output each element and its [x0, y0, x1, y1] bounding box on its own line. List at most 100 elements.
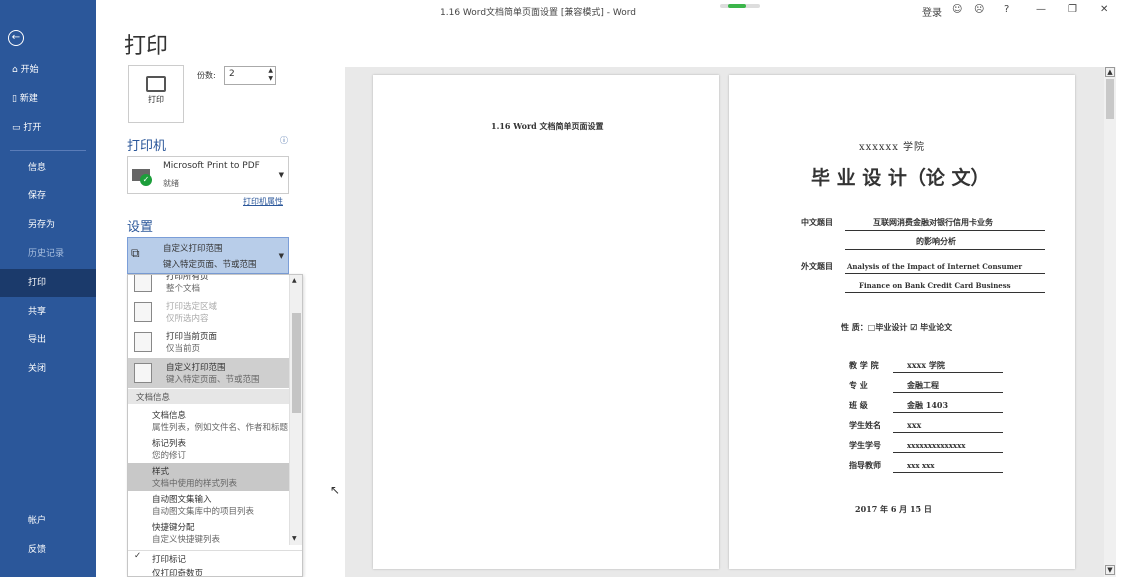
- option-autotext[interactable]: 自动图文集输入 自动图文集库中的项目列表: [128, 491, 290, 519]
- custom-range-icon: [134, 363, 152, 383]
- en-title-line1: Analysis of the Impact of Internet Consu…: [847, 262, 1023, 271]
- sidebar-item-close[interactable]: 关闭: [0, 355, 96, 383]
- print-panel: 打印 打印 份数: 2 ▲ ▼ 打印机 ⓘ ✓ Microsoft Print t…: [96, 0, 1121, 577]
- option-print-markup[interactable]: ✓ 打印标记: [128, 550, 302, 565]
- print-preview: 1.16 Word 文档简单页面设置 xxxxxx 学院 毕 业 设 计（论 文…: [345, 67, 1105, 577]
- option-custom-range[interactable]: 自定义打印范围 键入特定页面、节或范围: [128, 358, 290, 388]
- selection-icon: [134, 302, 152, 322]
- print-range-desc: 键入特定页面、节或范围: [163, 260, 257, 270]
- custom-range-icon: ⧉: [131, 246, 140, 260]
- scroll-down-icon[interactable]: ▼: [1105, 565, 1115, 575]
- field-value: xxx: [907, 420, 922, 430]
- underline: [845, 292, 1045, 293]
- sidebar-divider: [10, 150, 86, 151]
- sidebar-item-home[interactable]: ⌂ 开始: [0, 56, 96, 84]
- mouse-cursor-icon: ↖: [330, 483, 341, 497]
- underline: [893, 392, 1003, 393]
- dropdown-scrollbar[interactable]: ▲ ▼: [289, 275, 302, 545]
- field-label: 专 业: [849, 380, 868, 390]
- page1-title: 1.16 Word 文档简单页面设置: [491, 121, 604, 131]
- underline: [845, 273, 1045, 274]
- group-header: 文档信息: [128, 389, 290, 404]
- field-value: xxxxxxxxxxxxxx: [907, 441, 966, 450]
- field-label: 学生姓名: [849, 420, 881, 430]
- sidebar-item-new[interactable]: ▯ 新建: [0, 85, 96, 113]
- sidebar-item-save[interactable]: 保存: [0, 182, 96, 210]
- underline: [845, 230, 1045, 231]
- underline: [893, 412, 1003, 413]
- sidebar-item-feedback[interactable]: 反馈: [0, 536, 96, 564]
- option-document-info[interactable]: 文档信息 属性列表，例如文件名、作者和标题: [128, 407, 290, 435]
- school-name: xxxxxx 学院: [859, 142, 926, 153]
- scroll-thumb[interactable]: [1106, 79, 1114, 119]
- option-print-selection[interactable]: 打印选定区域 仅所选内容: [128, 297, 290, 327]
- scroll-up-icon[interactable]: ▲: [292, 277, 297, 284]
- printer-icon: [146, 76, 166, 92]
- printer-properties-link[interactable]: 打印机属性: [243, 196, 283, 207]
- chevron-down-icon: ▼: [278, 171, 284, 179]
- chevron-down-icon: ▼: [278, 252, 284, 260]
- scroll-down-icon[interactable]: ▼: [292, 535, 297, 542]
- sidebar-item-share[interactable]: 共享: [0, 298, 96, 326]
- back-arrow-icon[interactable]: ←: [8, 30, 24, 46]
- print-range-title: 自定义打印范围: [163, 244, 223, 254]
- sidebar-item-save-as[interactable]: 另存为: [0, 211, 96, 239]
- nature-line: 性 质：□毕业设计 ☑ 毕业论文: [841, 322, 953, 332]
- preview-scrollbar[interactable]: ▲ ▼: [1104, 67, 1116, 577]
- underline: [893, 452, 1003, 453]
- sidebar-item-print[interactable]: 打印: [0, 269, 96, 297]
- option-styles[interactable]: 样式 文档中使用的样式列表: [128, 463, 290, 491]
- underline: [893, 472, 1003, 473]
- scroll-thumb[interactable]: [292, 313, 301, 413]
- copies-label: 份数:: [197, 71, 216, 80]
- pages-icon: [134, 275, 152, 292]
- option-markup-list[interactable]: 标记列表 您的修订: [128, 435, 290, 463]
- field-label: 教 学 院: [849, 360, 879, 370]
- cn-title-line1: 互联网消费金融对银行信用卡业务: [873, 217, 993, 227]
- page-icon: [134, 332, 152, 352]
- option-print-current-page[interactable]: 打印当前页面 仅当前页: [128, 327, 290, 357]
- backstage-sidebar: ← ⌂ 开始 ▯ 新建 ▭ 打开 信息 保存 另存为 历史记录 打印 共享 导出…: [0, 0, 96, 577]
- spin-arrows-icon[interactable]: ▲ ▼: [268, 67, 273, 83]
- underline: [845, 249, 1045, 250]
- sidebar-item-account[interactable]: 帐户: [0, 507, 96, 535]
- open-folder-icon: ▭: [12, 123, 24, 133]
- underline: [893, 432, 1003, 433]
- page-title: 打印: [124, 34, 169, 59]
- en-title-line2: Finance on Bank Credit Card Business: [859, 281, 1011, 290]
- field-label: 班 级: [849, 400, 868, 410]
- ready-check-icon: ✓: [140, 174, 152, 186]
- field-label: 指导教师: [849, 460, 881, 470]
- sidebar-item-open[interactable]: ▭ 打开: [0, 114, 96, 142]
- en-title-label: 外文题目: [801, 261, 833, 271]
- cn-title-label: 中文题目: [801, 217, 833, 227]
- field-value: 金融 1403: [907, 400, 949, 410]
- preview-page-1: 1.16 Word 文档简单页面设置: [373, 75, 719, 569]
- option-key-assignments[interactable]: 快捷键分配 自定义快捷键列表: [128, 519, 290, 547]
- new-doc-icon: ▯: [12, 94, 20, 104]
- field-value: xxxx 学院: [907, 360, 945, 370]
- print-range-dropdown: 打印所有页 整个文档 打印选定区域 仅所选内容 打印当前页面 仅当前页 自定义打…: [127, 274, 303, 577]
- cn-title-line2: 的影响分析: [916, 236, 956, 246]
- print-range-select[interactable]: ⧉ 自定义打印范围 键入特定页面、节或范围 ▼: [127, 237, 289, 274]
- option-print-all[interactable]: 打印所有页 整个文档: [128, 275, 290, 297]
- underline: [893, 372, 1003, 373]
- option-odd-pages[interactable]: 仅打印奇数页: [128, 567, 302, 576]
- sidebar-item-history[interactable]: 历史记录: [0, 240, 96, 268]
- sidebar-item-export[interactable]: 导出: [0, 326, 96, 354]
- checkmark-icon: ✓: [134, 551, 142, 561]
- field-label: 学生学号: [849, 440, 881, 450]
- copies-stepper[interactable]: 2 ▲ ▼: [224, 66, 276, 85]
- field-value: 金融工程: [907, 380, 939, 390]
- print-button[interactable]: 打印: [128, 65, 184, 123]
- printer-name: Microsoft Print to PDF: [163, 161, 260, 171]
- info-icon[interactable]: ⓘ: [280, 135, 288, 146]
- printer-status: 就绪: [163, 179, 179, 188]
- scroll-up-icon[interactable]: ▲: [1105, 67, 1115, 77]
- settings-section-title: 设置: [127, 220, 154, 235]
- printer-select[interactable]: ✓ Microsoft Print to PDF 就绪 ▼: [127, 156, 289, 194]
- field-value: xxx xxx: [907, 461, 935, 470]
- thesis-title: 毕 业 设 计（论 文）: [811, 167, 990, 189]
- printer-section-title: 打印机: [127, 139, 167, 154]
- sidebar-item-info[interactable]: 信息: [0, 154, 96, 182]
